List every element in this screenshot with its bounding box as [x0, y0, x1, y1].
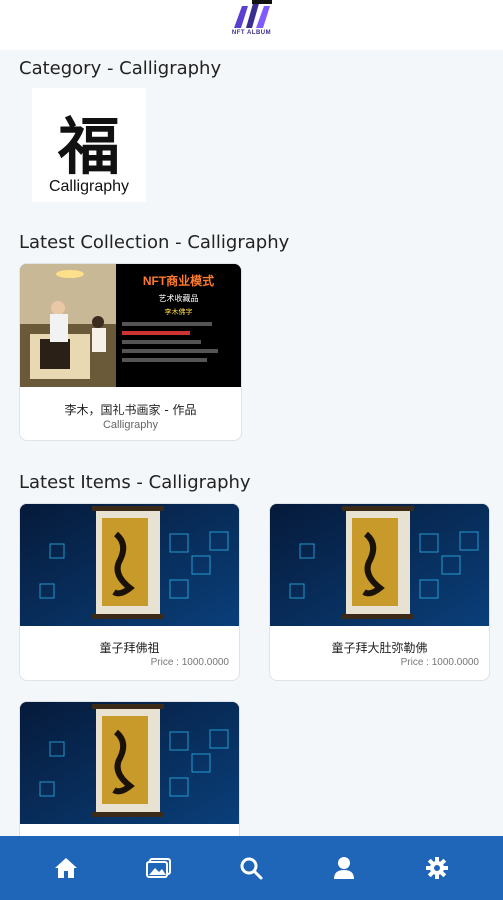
items-section-title: Latest Items - Calligraphy [19, 472, 251, 493]
collection-poster: NFT商业模式 艺术收藏品 李木佛字 [116, 264, 241, 387]
nav-home[interactable] [46, 848, 86, 888]
logo-text: NFT ALBUM [231, 30, 272, 36]
item-card[interactable]: 童子拜大肚弥勒佛 Price : 1000.0000 [269, 503, 490, 681]
item-price: Price : 1000.0000 [400, 657, 479, 668]
poster-title: NFT商业模式 [142, 274, 215, 288]
poster-author: 李木佛字 [164, 309, 193, 316]
nav-gallery[interactable] [139, 848, 179, 888]
nav-settings[interactable] [417, 848, 457, 888]
category-tile-calligraphy[interactable]: 福 Calligraphy [32, 88, 146, 202]
item-image [270, 504, 489, 626]
nav-search[interactable] [231, 848, 271, 888]
collection-photo [20, 264, 116, 387]
category-glyph: 福 [57, 110, 120, 183]
item-image [20, 504, 239, 626]
item-card[interactable]: 童子拜佛祖 Price : 1000.0000 [19, 503, 240, 681]
bottom-nav [0, 836, 503, 900]
app-logo[interactable]: NFT ALBUM [222, 0, 282, 46]
settings-icon [425, 857, 448, 879]
poster-subtitle: 艺术收藏品 [158, 294, 199, 303]
logo-mark-icon [233, 0, 272, 28]
home-icon [55, 858, 78, 878]
collection-section-title: Latest Collection - Calligraphy [19, 232, 290, 253]
item-name: 童子拜佛祖 [99, 641, 160, 655]
gallery-icon [145, 858, 171, 878]
item-image [20, 702, 239, 824]
collection-card-category: Calligraphy [102, 419, 159, 431]
collection-card[interactable]: NFT商业模式 艺术收藏品 李木佛字 李木，国礼书画家 - 作品 Calligr… [19, 263, 242, 441]
app-header: NFT ALBUM [0, 0, 503, 50]
item-price: Price : 1000.0000 [150, 657, 229, 668]
nav-profile[interactable] [324, 848, 364, 888]
category-section-title: Category - Calligraphy [19, 58, 222, 79]
category-tile-label: Calligraphy [48, 178, 130, 195]
collection-image: NFT商业模式 艺术收藏品 李木佛字 [20, 264, 241, 387]
profile-icon [334, 857, 355, 879]
search-icon [240, 857, 263, 880]
item-name: 童子拜大肚弥勒佛 [331, 641, 428, 655]
collection-card-name: 李木，国礼书画家 - 作品 [64, 403, 197, 417]
